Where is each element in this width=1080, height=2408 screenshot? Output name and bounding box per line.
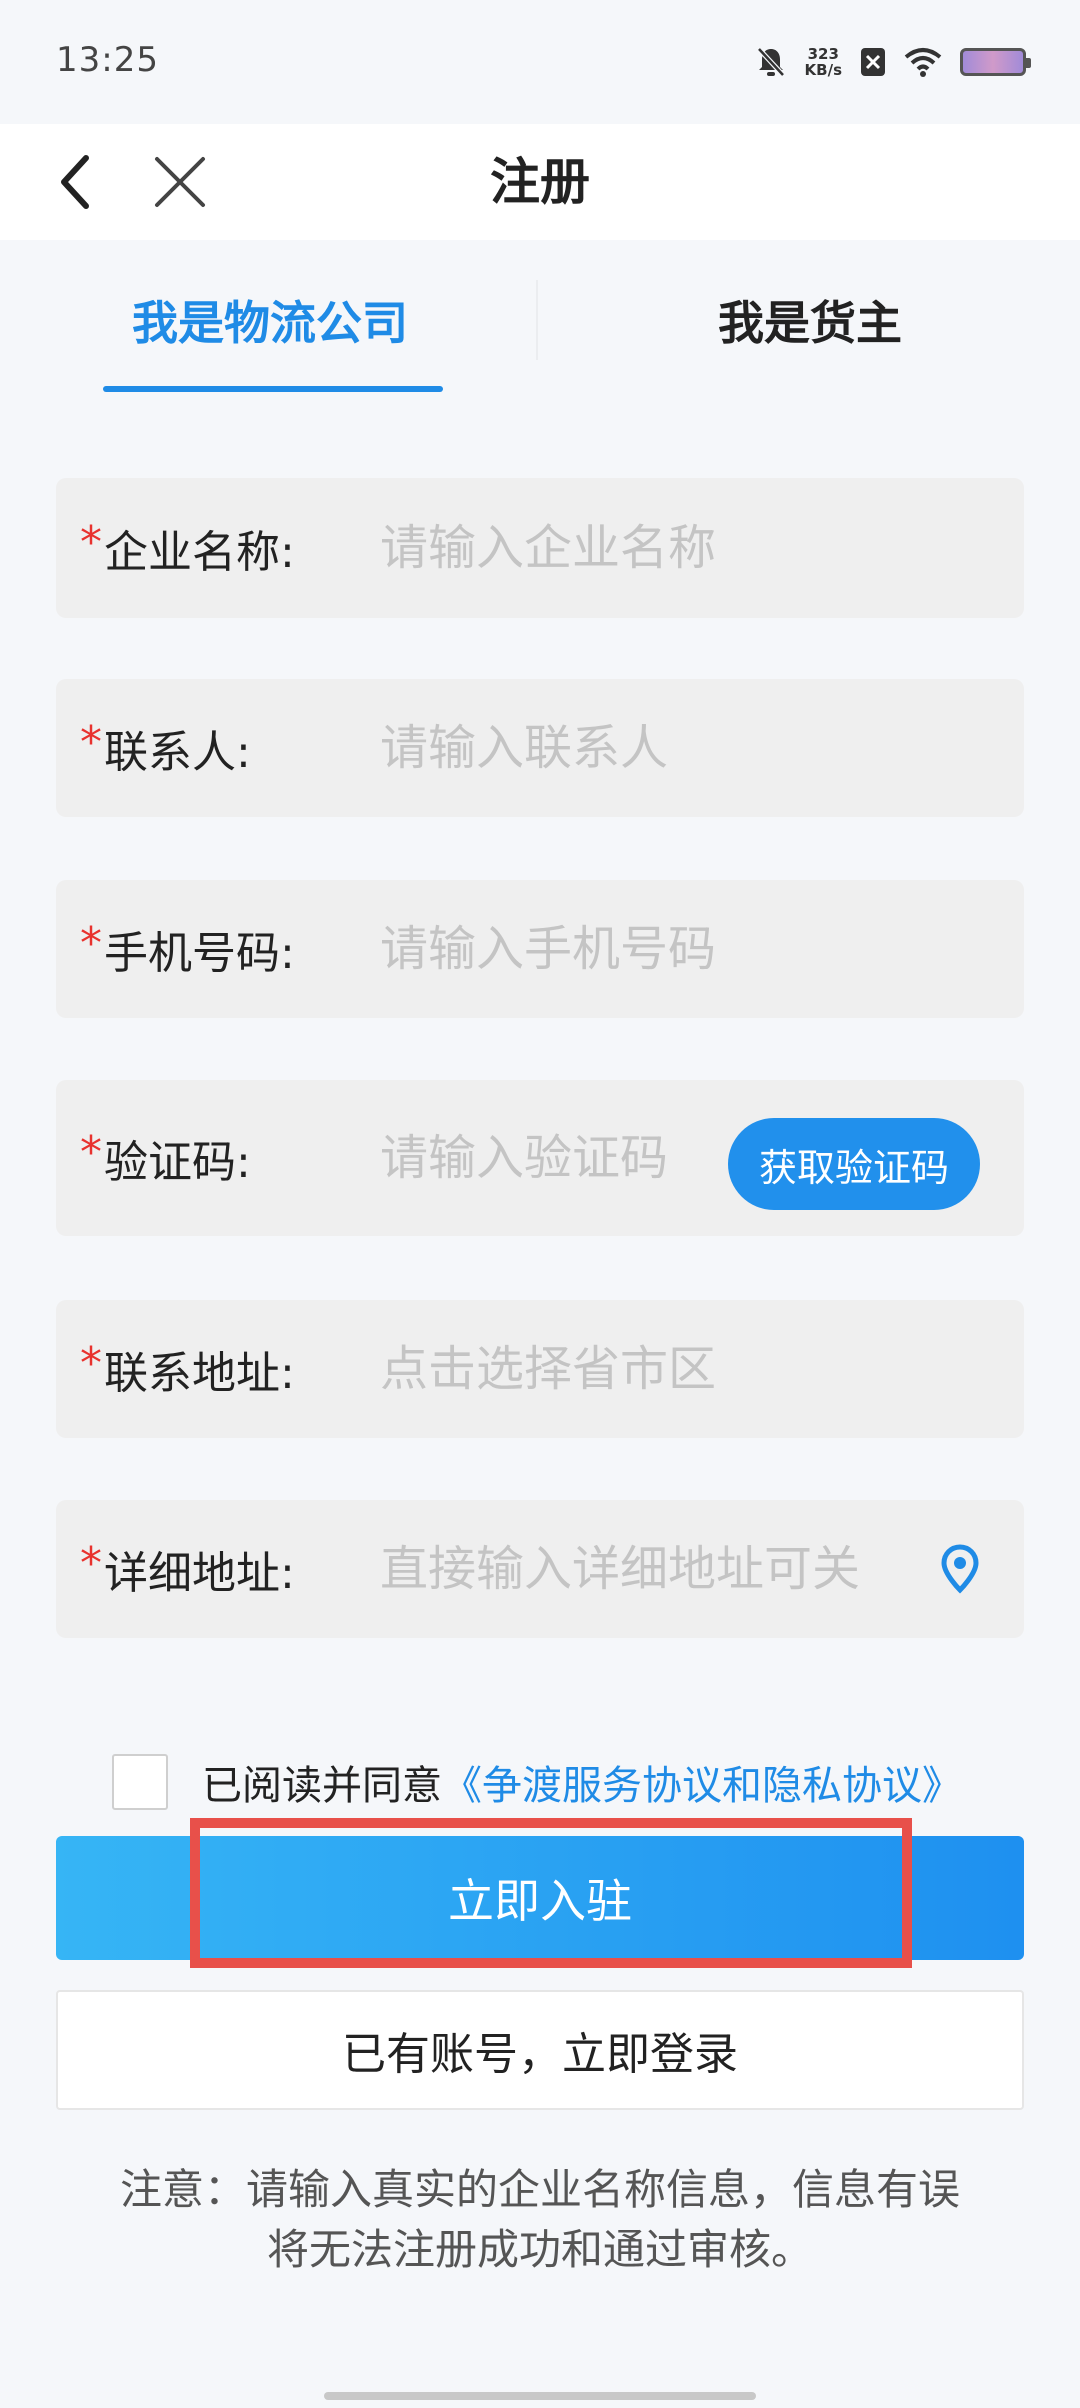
agreement-link[interactable]: 《争渡服务协议和隐私协议》 [442,1753,962,1811]
location-pin-icon[interactable] [940,1544,980,1594]
contact-person-label: * 联系人: [80,716,251,779]
home-indicator[interactable] [324,2392,756,2400]
close-icon [155,157,205,207]
phone-label: * 手机号码: [80,917,295,980]
net-speed: 323 KB/s [804,45,842,79]
active-tab-indicator [103,386,443,392]
tab-divider [536,280,538,360]
battery-icon [960,48,1031,76]
required-mark: * [80,1537,102,1589]
region-label: * 联系地址: [80,1337,295,1400]
status-icons: 323 KB/s [755,40,1031,84]
back-button[interactable] [36,142,116,222]
contact-person-field: * 联系人: [56,679,1024,817]
company-name-input[interactable] [380,478,980,618]
nav-bar: 注册 [0,124,1080,240]
role-tabs: 我是物流公司 我是货主 [0,240,1080,400]
detailed-address-field: * 详细地址: [56,1500,1024,1638]
agreement-checkbox[interactable] [112,1754,168,1810]
agreement-row: 已阅读并同意 《争渡服务协议和隐私协议》 [112,1752,962,1812]
submit-register-button[interactable]: 立即入驻 [56,1836,1024,1960]
sim-blocked-icon [861,48,885,76]
required-mark: * [80,516,102,568]
verification-code-label: * 验证码: [80,1126,251,1189]
get-code-button[interactable]: 获取验证码 [728,1118,980,1210]
tab-shipper[interactable]: 我是货主 [540,240,1080,400]
phone-input[interactable] [380,880,980,1018]
status-time: 13:25 [56,40,159,80]
required-mark: * [80,917,102,969]
company-name-field: * 企业名称: [56,478,1024,618]
chevron-left-icon [61,155,89,209]
close-button[interactable] [140,142,220,222]
contact-person-input[interactable] [380,679,980,817]
company-name-label: * 企业名称: [80,516,295,579]
required-mark: * [80,716,102,768]
region-field[interactable]: * 联系地址: [56,1300,1024,1438]
required-mark: * [80,1337,102,1389]
registration-notice: 注意：请输入真实的企业名称信息，信息有误 将无法注册成功和通过审核。 [119,2165,960,2274]
status-bar: 13:25 323 KB/s [0,0,1080,124]
verification-code-input[interactable] [380,1080,720,1236]
required-mark: * [80,1126,102,1178]
phone-field: * 手机号码: [56,880,1024,1018]
tab-logistics-company[interactable]: 我是物流公司 [0,240,540,400]
agreement-prefix: 已阅读并同意 [202,1763,442,1809]
region-select[interactable] [380,1300,980,1438]
mute-bell-icon [756,47,785,77]
wifi-icon [904,48,942,77]
verification-code-field: * 验证码: 获取验证码 [56,1080,1024,1236]
login-link-button[interactable]: 已有账号，立即登录 [56,1990,1024,2110]
detailed-address-label: * 详细地址: [80,1537,295,1600]
detailed-address-input[interactable] [380,1500,940,1638]
